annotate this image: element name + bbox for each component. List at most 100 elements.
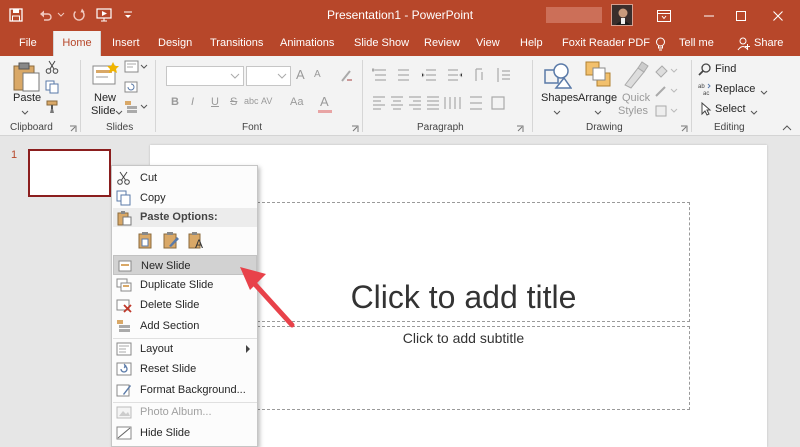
bold-button[interactable]: B — [171, 96, 179, 108]
copy-icon — [116, 190, 132, 206]
dialog-launcher-icon[interactable] — [680, 124, 688, 136]
shapes-label[interactable]: Shapes — [541, 92, 578, 104]
section-icon[interactable] — [124, 100, 148, 117]
tab-transitions[interactable]: Transitions — [210, 31, 263, 56]
grow-font-button[interactable]: A — [296, 67, 305, 82]
submenu-arrow-icon — [246, 345, 250, 353]
replace-button[interactable]: Replace — [715, 83, 755, 95]
paste-use-destination-theme-icon[interactable] — [137, 231, 155, 252]
shape-effects-icon[interactable] — [654, 104, 678, 121]
copy-icon[interactable] — [45, 80, 59, 97]
menu-item-hide-slide[interactable]: Hide Slide — [113, 423, 257, 443]
select-dropdown-icon[interactable] — [750, 107, 758, 119]
underline-button[interactable]: U — [211, 96, 219, 108]
share-button[interactable]: Share — [754, 31, 783, 56]
tab-review[interactable]: Review — [424, 31, 460, 56]
replace-dropdown-icon[interactable] — [760, 87, 768, 99]
title-bar: Presentation1 - PowerPoint — [0, 0, 800, 31]
char-spacing-button[interactable]: AV — [261, 96, 272, 106]
menu-item-reset-slide[interactable]: Reset Slide — [113, 359, 257, 379]
tab-slide-show[interactable]: Slide Show — [354, 31, 409, 56]
ribbon-display-options-icon[interactable] — [641, 0, 686, 31]
select-cursor-icon[interactable] — [698, 101, 712, 119]
new-slide-label-line1[interactable]: New — [94, 92, 116, 104]
layout-icon[interactable] — [124, 60, 148, 77]
dialog-launcher-icon[interactable] — [69, 124, 77, 136]
layout-icon — [116, 341, 132, 357]
paste-label[interactable]: Paste — [13, 92, 41, 104]
tab-design[interactable]: Design — [158, 31, 192, 56]
shape-outline-icon[interactable] — [654, 84, 678, 101]
strikethrough-button[interactable]: S — [230, 96, 237, 108]
quick-styles-label-line2[interactable]: Styles — [618, 105, 648, 117]
find-icon[interactable] — [698, 62, 712, 79]
annotation-arrow — [240, 267, 295, 328]
format-painter-icon[interactable] — [45, 100, 59, 117]
tab-help[interactable]: Help — [520, 31, 543, 56]
subtitle-placeholder[interactable]: Click to add subtitle — [237, 326, 690, 410]
menu-item-label: Format Background... — [140, 384, 246, 396]
duplicate-slide-icon — [116, 277, 132, 293]
add-section-icon — [116, 318, 132, 334]
arrange-dropdown-icon[interactable] — [594, 107, 602, 119]
tab-home[interactable]: Home — [53, 31, 101, 56]
quick-styles-label-line1[interactable]: Quick — [622, 92, 650, 104]
tab-animations[interactable]: Animations — [280, 31, 334, 56]
paragraph-row1-icons[interactable] — [371, 66, 522, 87]
tab-view[interactable]: View — [476, 31, 500, 56]
arrange-icon[interactable] — [584, 60, 614, 93]
reset-icon[interactable] — [124, 80, 138, 97]
reset-slide-icon — [116, 361, 132, 377]
new-slide-icon[interactable] — [91, 60, 119, 93]
cut-icon[interactable] — [45, 60, 59, 77]
photo-album-icon — [116, 404, 132, 420]
change-case-button[interactable]: Aa — [290, 96, 303, 108]
menu-item-format-background[interactable]: Format Background... — [113, 380, 257, 400]
select-button[interactable]: Select — [715, 103, 746, 115]
font-name-combo[interactable] — [166, 66, 244, 86]
shapes-dropdown-icon[interactable] — [553, 107, 561, 119]
arrange-label[interactable]: Arrange — [578, 92, 617, 104]
shapes-icon[interactable] — [542, 60, 573, 93]
clear-formatting-icon[interactable] — [338, 68, 354, 87]
find-button[interactable]: Find — [715, 63, 736, 75]
avatar[interactable] — [611, 4, 633, 26]
group-label-paragraph: Paragraph — [417, 122, 464, 133]
menu-item-copy[interactable]: Copy — [113, 188, 257, 208]
dialog-launcher-icon[interactable] — [516, 124, 524, 136]
paste-options-header: Paste Options: — [113, 208, 257, 227]
share-person-icon[interactable] — [737, 37, 751, 54]
menu-item-label: New Slide — [141, 260, 191, 272]
paste-keep-text-only-icon[interactable]: A — [187, 231, 205, 252]
paste-keep-source-formatting-icon[interactable] — [162, 231, 180, 252]
font-size-combo[interactable] — [246, 66, 291, 86]
tab-insert[interactable]: Insert — [112, 31, 140, 56]
account-name[interactable] — [546, 7, 602, 23]
font-color-button[interactable]: A — [320, 94, 329, 109]
slide-thumbnail[interactable] — [28, 149, 111, 197]
new-slide-label-line2[interactable]: Slide — [91, 105, 115, 117]
shape-fill-icon[interactable] — [654, 64, 678, 81]
menu-item-label: Hide Slide — [140, 427, 191, 439]
italic-button[interactable]: I — [191, 96, 194, 108]
replace-icon[interactable]: ab ac — [698, 82, 712, 99]
shadow-text-button[interactable]: abc — [244, 96, 259, 106]
collapse-ribbon-icon[interactable] — [782, 122, 792, 134]
tab-file[interactable]: File — [19, 31, 37, 56]
new-slide-dropdown-icon[interactable] — [115, 107, 123, 119]
menu-item-cut[interactable]: Cut — [113, 168, 257, 188]
paste-icon[interactable] — [10, 60, 42, 94]
svg-text:A: A — [195, 237, 203, 249]
paste-dropdown-icon[interactable] — [21, 107, 29, 119]
group-label-clipboard: Clipboard — [10, 122, 53, 133]
tab-foxit-reader-pdf[interactable]: Foxit Reader PDF — [562, 31, 650, 56]
tell-me-search[interactable]: Tell me — [679, 31, 714, 56]
paragraph-row2-icons[interactable] — [372, 94, 522, 115]
dialog-launcher-icon[interactable] — [351, 124, 359, 136]
shrink-font-button[interactable]: A — [314, 69, 321, 80]
quick-styles-icon[interactable] — [620, 60, 650, 93]
menu-item-label: Add Section — [140, 320, 200, 332]
close-button[interactable] — [755, 0, 800, 31]
menu-item-label: Reset Slide — [140, 363, 197, 375]
menu-item-layout[interactable]: Layout — [113, 339, 257, 359]
